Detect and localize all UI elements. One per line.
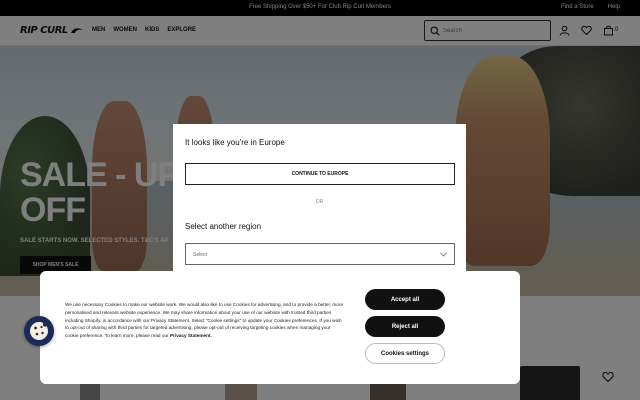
privacy-statement-link[interactable]: Privacy Statement. xyxy=(170,333,212,338)
chevron-down-icon xyxy=(440,252,447,257)
region-select-value: Select xyxy=(193,252,207,258)
continue-to-europe-button[interactable]: CONTINUE TO EUROPE xyxy=(185,163,455,185)
region-modal: It looks like you're in Europe CONTINUE … xyxy=(173,124,466,272)
region-modal-title: It looks like you're in Europe xyxy=(185,138,285,147)
or-divider: OR xyxy=(315,199,324,205)
select-region-title: Select another region xyxy=(185,222,262,231)
cookie-preferences-button[interactable] xyxy=(24,316,54,346)
cookies-settings-button[interactable]: Cookies settings xyxy=(365,343,445,364)
accept-all-button[interactable]: Accept all xyxy=(365,289,445,310)
reject-all-button[interactable]: Reject all xyxy=(365,316,445,337)
region-select[interactable]: Select xyxy=(185,243,455,265)
cookie-text: We use necessary Cookies to make our web… xyxy=(65,301,345,340)
cookie-banner: We use necessary Cookies to make our web… xyxy=(40,271,520,384)
cookie-icon xyxy=(30,322,48,340)
